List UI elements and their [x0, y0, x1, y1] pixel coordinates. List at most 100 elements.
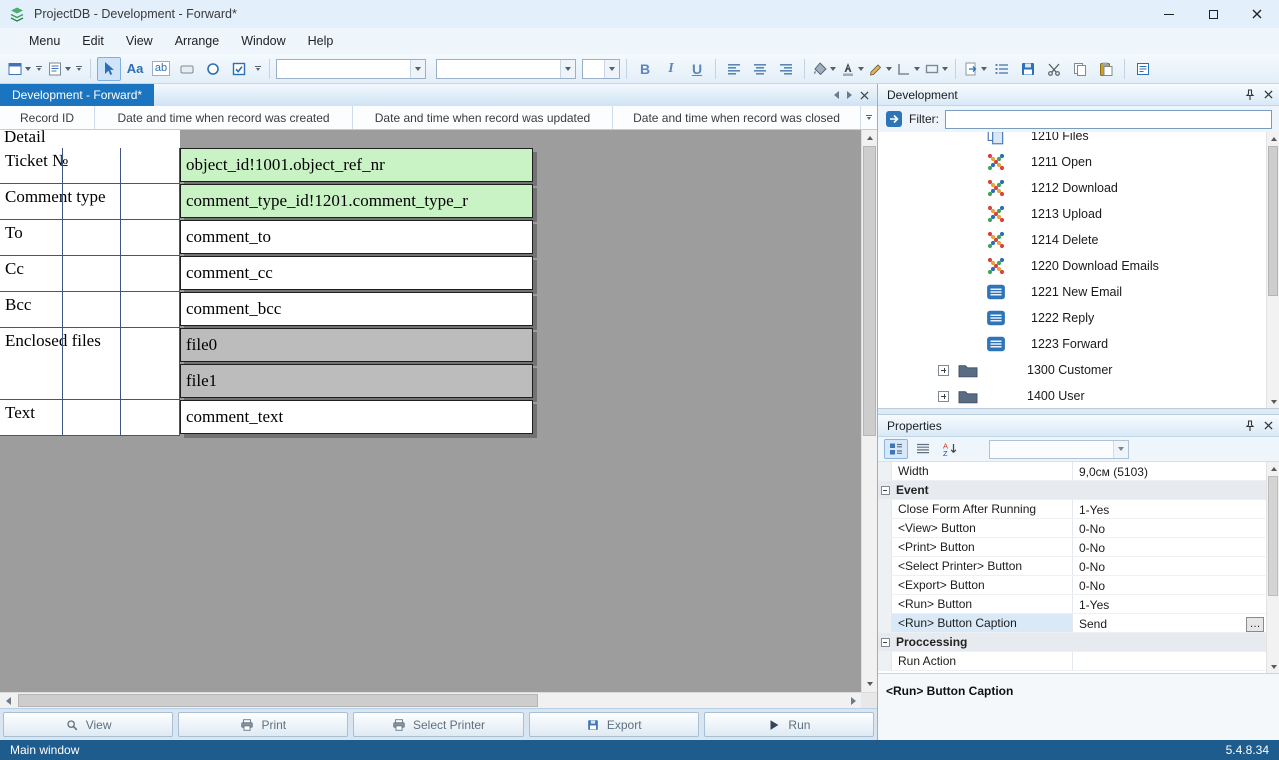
scroll-up-button[interactable]: [1267, 132, 1279, 145]
tree-item-1222-reply[interactable]: 1222 Reply: [878, 305, 1266, 331]
toolbar-overflow-icon[interactable]: [34, 66, 44, 71]
properties-scrollbar[interactable]: [1266, 462, 1279, 673]
tree-item-1223-forward[interactable]: 1223 Forward: [878, 331, 1266, 357]
filter-input[interactable]: [945, 110, 1272, 129]
tree-item-1213-upload[interactable]: 1213 Upload: [878, 201, 1266, 227]
menu-item-window[interactable]: Window: [230, 30, 296, 52]
property-row-export-button[interactable]: <Export> Button0-No: [878, 576, 1266, 595]
ellipsis-editor-button[interactable]: …: [1246, 617, 1264, 632]
menu-item-view[interactable]: View: [115, 30, 164, 52]
designer-horizontal-scrollbar[interactable]: [0, 692, 877, 708]
cut-button[interactable]: [1042, 57, 1066, 81]
toolbar-overflow-icon[interactable]: [74, 66, 84, 71]
property-value[interactable]: 9,0см (5103): [1073, 462, 1266, 480]
align-center-button[interactable]: [748, 57, 772, 81]
tree-item-1220-download-emails[interactable]: 1220 Download Emails: [878, 253, 1266, 279]
panel-close-icon[interactable]: [1264, 421, 1273, 430]
report-view-button[interactable]: [46, 57, 72, 81]
scroll-right-button[interactable]: [845, 693, 861, 709]
field-box-comment-text[interactable]: comment_text: [180, 400, 533, 434]
page-setup-button[interactable]: [962, 57, 988, 81]
expand-plus-icon[interactable]: [938, 391, 949, 402]
controls-overflow-icon[interactable]: [253, 66, 263, 71]
label-cell-bcc[interactable]: Bcc: [0, 292, 180, 328]
paste-button[interactable]: [1094, 57, 1118, 81]
property-value[interactable]: [1073, 652, 1266, 670]
tree-item-1211-open[interactable]: 1211 Open: [878, 149, 1266, 175]
font-size-combo[interactable]: [436, 59, 576, 79]
field-box-comment-bcc[interactable]: comment_bcc: [180, 292, 533, 326]
combo-arrow-button[interactable]: [1113, 441, 1128, 458]
property-row-width[interactable]: Width9,0см (5103): [878, 462, 1266, 481]
bold-button[interactable]: B: [633, 57, 657, 81]
italic-button[interactable]: I: [659, 57, 683, 81]
maximize-button[interactable]: [1191, 0, 1235, 28]
list-button[interactable]: [990, 57, 1014, 81]
field-box-file1[interactable]: file1: [180, 364, 533, 398]
field-box-object-ref[interactable]: object_id!1001.object_ref_nr: [180, 148, 533, 182]
combo-arrow-button[interactable]: [604, 60, 619, 78]
panel-splitter[interactable]: [878, 408, 1279, 415]
pin-icon[interactable]: [1244, 89, 1256, 101]
tab-scroll-left-icon[interactable]: [834, 91, 839, 99]
categorized-view-button[interactable]: [884, 439, 908, 459]
textbox-tool-button[interactable]: ab: [149, 57, 173, 81]
underline-button[interactable]: U: [685, 57, 709, 81]
print-button[interactable]: Print: [178, 712, 348, 737]
property-row-view-button[interactable]: <View> Button0-No: [878, 519, 1266, 538]
property-value[interactable]: 1-Yes: [1073, 500, 1266, 518]
property-value[interactable]: 1-Yes: [1073, 595, 1266, 613]
property-value[interactable]: 0-No: [1073, 557, 1266, 575]
property-category-proccessing[interactable]: Proccessing: [878, 633, 1266, 652]
export-button[interactable]: Export: [529, 712, 699, 737]
field-box-comment-cc[interactable]: comment_cc: [180, 256, 533, 290]
select-printer-button[interactable]: Select Printer: [353, 712, 523, 737]
tab-development-forward[interactable]: Development - Forward*: [0, 84, 154, 106]
field-box-comment-type[interactable]: comment_type_id!1201.comment_type_r: [180, 184, 533, 218]
label-cell-cc[interactable]: Cc: [0, 256, 180, 292]
menu-item-help[interactable]: Help: [297, 30, 345, 52]
fill-color-button[interactable]: [811, 57, 837, 81]
run-button[interactable]: Run: [704, 712, 874, 737]
collapse-minus-icon[interactable]: [881, 486, 890, 495]
tree-scrollbar[interactable]: [1266, 132, 1279, 408]
property-row-close-form-after-running[interactable]: Close Form After Running1-Yes: [878, 500, 1266, 519]
scrollbar-thumb[interactable]: [1268, 476, 1278, 596]
scrollbar-thumb[interactable]: [18, 694, 538, 707]
navigate-icon[interactable]: [885, 110, 903, 128]
minimize-button[interactable]: [1147, 0, 1191, 28]
combo-arrow-button[interactable]: [410, 60, 425, 78]
scroll-down-button[interactable]: [1267, 660, 1279, 673]
copy-button[interactable]: [1068, 57, 1092, 81]
label-cell-enclosed-files[interactable]: Enclosed files: [0, 328, 180, 400]
font-family-combo[interactable]: [276, 59, 426, 79]
menu-item-arrange[interactable]: Arrange: [164, 30, 230, 52]
property-value[interactable]: 0-No: [1073, 519, 1266, 537]
section-band[interactable]: Detail: [0, 130, 180, 148]
scroll-up-button[interactable]: [862, 130, 878, 146]
tree-item-1221-new-email[interactable]: 1221 New Email: [878, 279, 1266, 305]
field-header-closed[interactable]: Date and time when record was closed: [613, 106, 861, 129]
combo-arrow-button[interactable]: [560, 60, 575, 78]
tree-item-1214-delete[interactable]: 1214 Delete: [878, 227, 1266, 253]
list-view-button[interactable]: [911, 439, 935, 459]
view-button[interactable]: View: [3, 712, 173, 737]
checkbox-tool-button[interactable]: [227, 57, 251, 81]
zoom-combo[interactable]: [582, 59, 620, 79]
align-left-button[interactable]: [722, 57, 746, 81]
scrollbar-thumb[interactable]: [1268, 146, 1278, 296]
scroll-up-button[interactable]: [1267, 462, 1279, 475]
field-header-updated[interactable]: Date and time when record was updated: [353, 106, 613, 129]
close-button[interactable]: [1235, 0, 1279, 28]
property-value[interactable]: 0-No: [1073, 576, 1266, 594]
field-box-comment-to[interactable]: comment_to: [180, 220, 533, 254]
label-tool-button[interactable]: Aa: [123, 57, 147, 81]
line-style-button[interactable]: [895, 57, 921, 81]
tab-close-icon[interactable]: [860, 91, 869, 100]
tree-item-1212-download[interactable]: 1212 Download: [878, 175, 1266, 201]
property-row-print-button[interactable]: <Print> Button0-No: [878, 538, 1266, 557]
border-style-button[interactable]: [923, 57, 949, 81]
font-color-button[interactable]: [839, 57, 865, 81]
pointer-tool-button[interactable]: [97, 57, 121, 81]
scrollbar-track[interactable]: [16, 693, 845, 708]
